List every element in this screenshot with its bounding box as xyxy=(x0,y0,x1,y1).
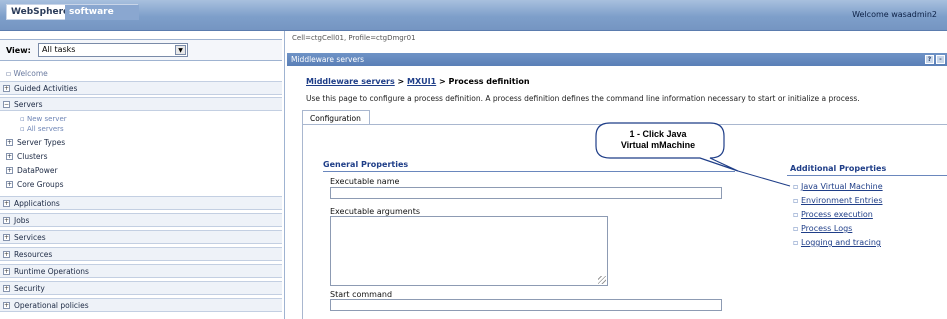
view-select-value: All tasks xyxy=(42,45,76,54)
expand-icon[interactable]: + xyxy=(3,200,10,207)
resize-handle-icon[interactable] xyxy=(598,276,606,284)
link-environment-entries[interactable]: Environment Entries xyxy=(801,196,883,205)
bullet-icon: ▫ xyxy=(793,182,799,191)
cell-profile-info: Cell=ctgCell01, Profile=ctgDmgr01 xyxy=(292,34,416,42)
help-icon[interactable]: ? xyxy=(925,55,934,64)
expand-icon[interactable]: + xyxy=(3,251,10,258)
expand-icon[interactable]: + xyxy=(3,85,10,92)
main-content: Cell=ctgCell01, Profile=ctgDmgr01 Middle… xyxy=(287,31,947,319)
callout-text: 1 - Click Java Virtual mMachine xyxy=(593,129,723,151)
view-label: View: xyxy=(6,46,31,55)
nav-welcome-link[interactable]: ▫ Welcome xyxy=(6,69,48,78)
additional-properties-divider xyxy=(787,175,947,176)
link-java-virtual-machine[interactable]: Java Virtual Machine xyxy=(801,182,883,191)
nav-group-servers[interactable]: − Servers xyxy=(0,97,282,111)
general-properties-heading: General Properties xyxy=(323,160,409,169)
general-properties-divider xyxy=(323,171,735,172)
nav-link-new-server[interactable]: ▫ New server xyxy=(20,115,67,123)
executable-name-label: Executable name xyxy=(330,177,400,186)
expand-icon[interactable]: + xyxy=(6,167,13,174)
collapse-icon[interactable]: − xyxy=(3,101,10,108)
bullet-icon: ▫ xyxy=(793,238,799,247)
start-command-label: Start command xyxy=(330,290,393,299)
tab-configuration[interactable]: Configuration xyxy=(302,110,370,125)
callout-line-1: 1 - Click Java xyxy=(629,129,687,139)
view-select[interactable]: All tasks ▼ xyxy=(38,43,188,57)
bullet-icon: ▫ xyxy=(793,224,799,233)
nav-group-label: Guided Activities xyxy=(14,84,78,93)
nav-group-security[interactable]: + Security xyxy=(0,281,282,295)
nav-link-all-servers[interactable]: ▫ All servers xyxy=(20,125,64,133)
section-header: Middleware servers ? - xyxy=(287,53,947,66)
nav-group-runtime-operations[interactable]: + Runtime Operations xyxy=(0,264,282,278)
executable-arguments-label: Executable arguments xyxy=(330,207,421,216)
page-description: Use this page to configure a process def… xyxy=(306,94,860,103)
link-process-execution[interactable]: Process execution xyxy=(801,210,873,219)
expand-icon[interactable]: + xyxy=(6,139,13,146)
view-bar: View: All tasks ▼ xyxy=(0,39,282,61)
logo-software-text: software xyxy=(65,5,139,20)
breadcrumb: Middleware servers > MXUI1 > Process def… xyxy=(306,77,530,86)
top-banner: WebSphere. software Welcome wasadmin2 xyxy=(0,0,947,31)
navigation-panel: View: All tasks ▼ ▫ Welcome + Guided Act… xyxy=(0,31,285,319)
link-logging-and-tracing[interactable]: Logging and tracing xyxy=(801,238,881,247)
nav-group-operational-policies[interactable]: + Operational policies xyxy=(0,298,282,312)
bullet-icon: ▫ xyxy=(793,196,799,205)
chevron-down-icon[interactable]: ▼ xyxy=(175,45,186,55)
callout-line-2: Virtual mMachine xyxy=(620,140,696,150)
nav-group-jobs[interactable]: + Jobs xyxy=(0,213,282,227)
section-title: Middleware servers xyxy=(291,55,365,64)
executable-name-input[interactable] xyxy=(330,187,722,199)
breadcrumb-current: Process definition xyxy=(448,77,530,86)
expand-icon[interactable]: + xyxy=(3,234,10,241)
minimize-icon[interactable]: - xyxy=(936,55,945,64)
breadcrumb-link-mxui1[interactable]: MXUI1 xyxy=(407,77,436,86)
expand-icon[interactable]: + xyxy=(3,302,10,309)
expand-icon[interactable]: + xyxy=(6,181,13,188)
expand-icon[interactable]: + xyxy=(3,285,10,292)
nav-group-applications[interactable]: + Applications xyxy=(0,196,282,210)
bullet-icon: ▫ xyxy=(793,210,799,219)
nav-group-guided-activities[interactable]: + Guided Activities xyxy=(0,81,282,95)
breadcrumb-link-middleware-servers[interactable]: Middleware servers xyxy=(306,77,395,86)
nav-group-resources[interactable]: + Resources xyxy=(0,247,282,261)
expand-icon[interactable]: + xyxy=(3,217,10,224)
executable-arguments-textarea[interactable] xyxy=(330,216,608,286)
expand-icon[interactable]: + xyxy=(6,153,13,160)
link-process-logs[interactable]: Process Logs xyxy=(801,224,852,233)
start-command-input[interactable] xyxy=(330,299,722,311)
websphere-logo: WebSphere. software xyxy=(6,4,139,20)
logo-websphere-text: WebSphere. xyxy=(11,7,73,17)
nav-group-services[interactable]: + Services xyxy=(0,230,282,244)
additional-properties-heading: Additional Properties xyxy=(790,164,887,173)
welcome-user: Welcome wasadmin2 xyxy=(852,10,937,19)
expand-icon[interactable]: + xyxy=(3,268,10,275)
nav-group-label: Servers xyxy=(14,100,43,109)
